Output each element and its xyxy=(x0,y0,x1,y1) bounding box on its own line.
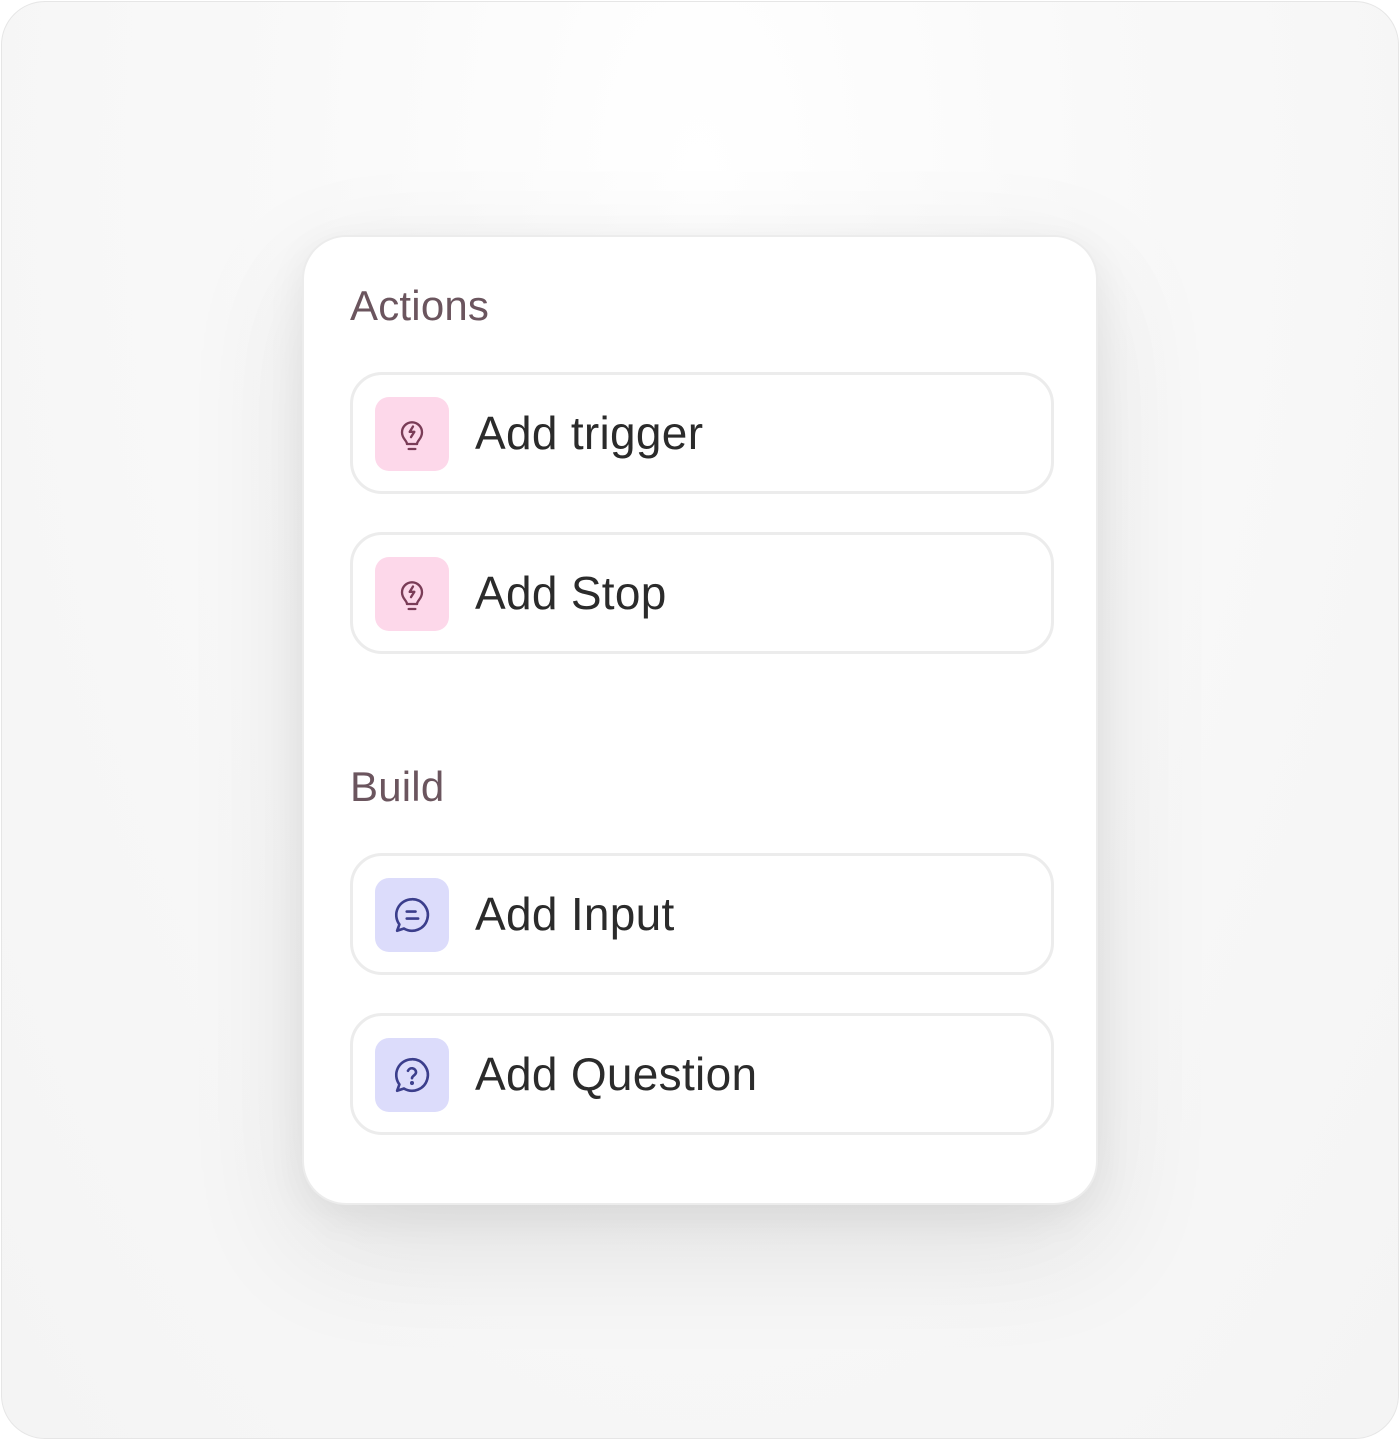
lightbulb-bolt-icon xyxy=(375,397,449,471)
question-bubble-icon xyxy=(375,1038,449,1112)
lightbulb-bolt-icon xyxy=(375,557,449,631)
add-question-button[interactable]: Add Question xyxy=(350,1013,1054,1135)
add-input-label: Add Input xyxy=(475,888,675,940)
section-title-build: Build xyxy=(350,763,445,810)
section-title-actions: Actions xyxy=(350,282,490,329)
add-question-label: Add Question xyxy=(475,1048,758,1100)
add-trigger-button[interactable]: Add trigger xyxy=(350,372,1054,494)
chat-bubble-icon xyxy=(375,878,449,952)
add-menu-panel: Actions Add trigger Add Stop Build Add I… xyxy=(302,235,1098,1205)
add-trigger-label: Add trigger xyxy=(475,407,704,459)
background-frame: Actions Add trigger Add Stop Build Add I… xyxy=(1,1,1399,1439)
add-stop-button[interactable]: Add Stop xyxy=(350,532,1054,654)
add-input-button[interactable]: Add Input xyxy=(350,853,1054,975)
add-stop-label: Add Stop xyxy=(475,567,667,619)
